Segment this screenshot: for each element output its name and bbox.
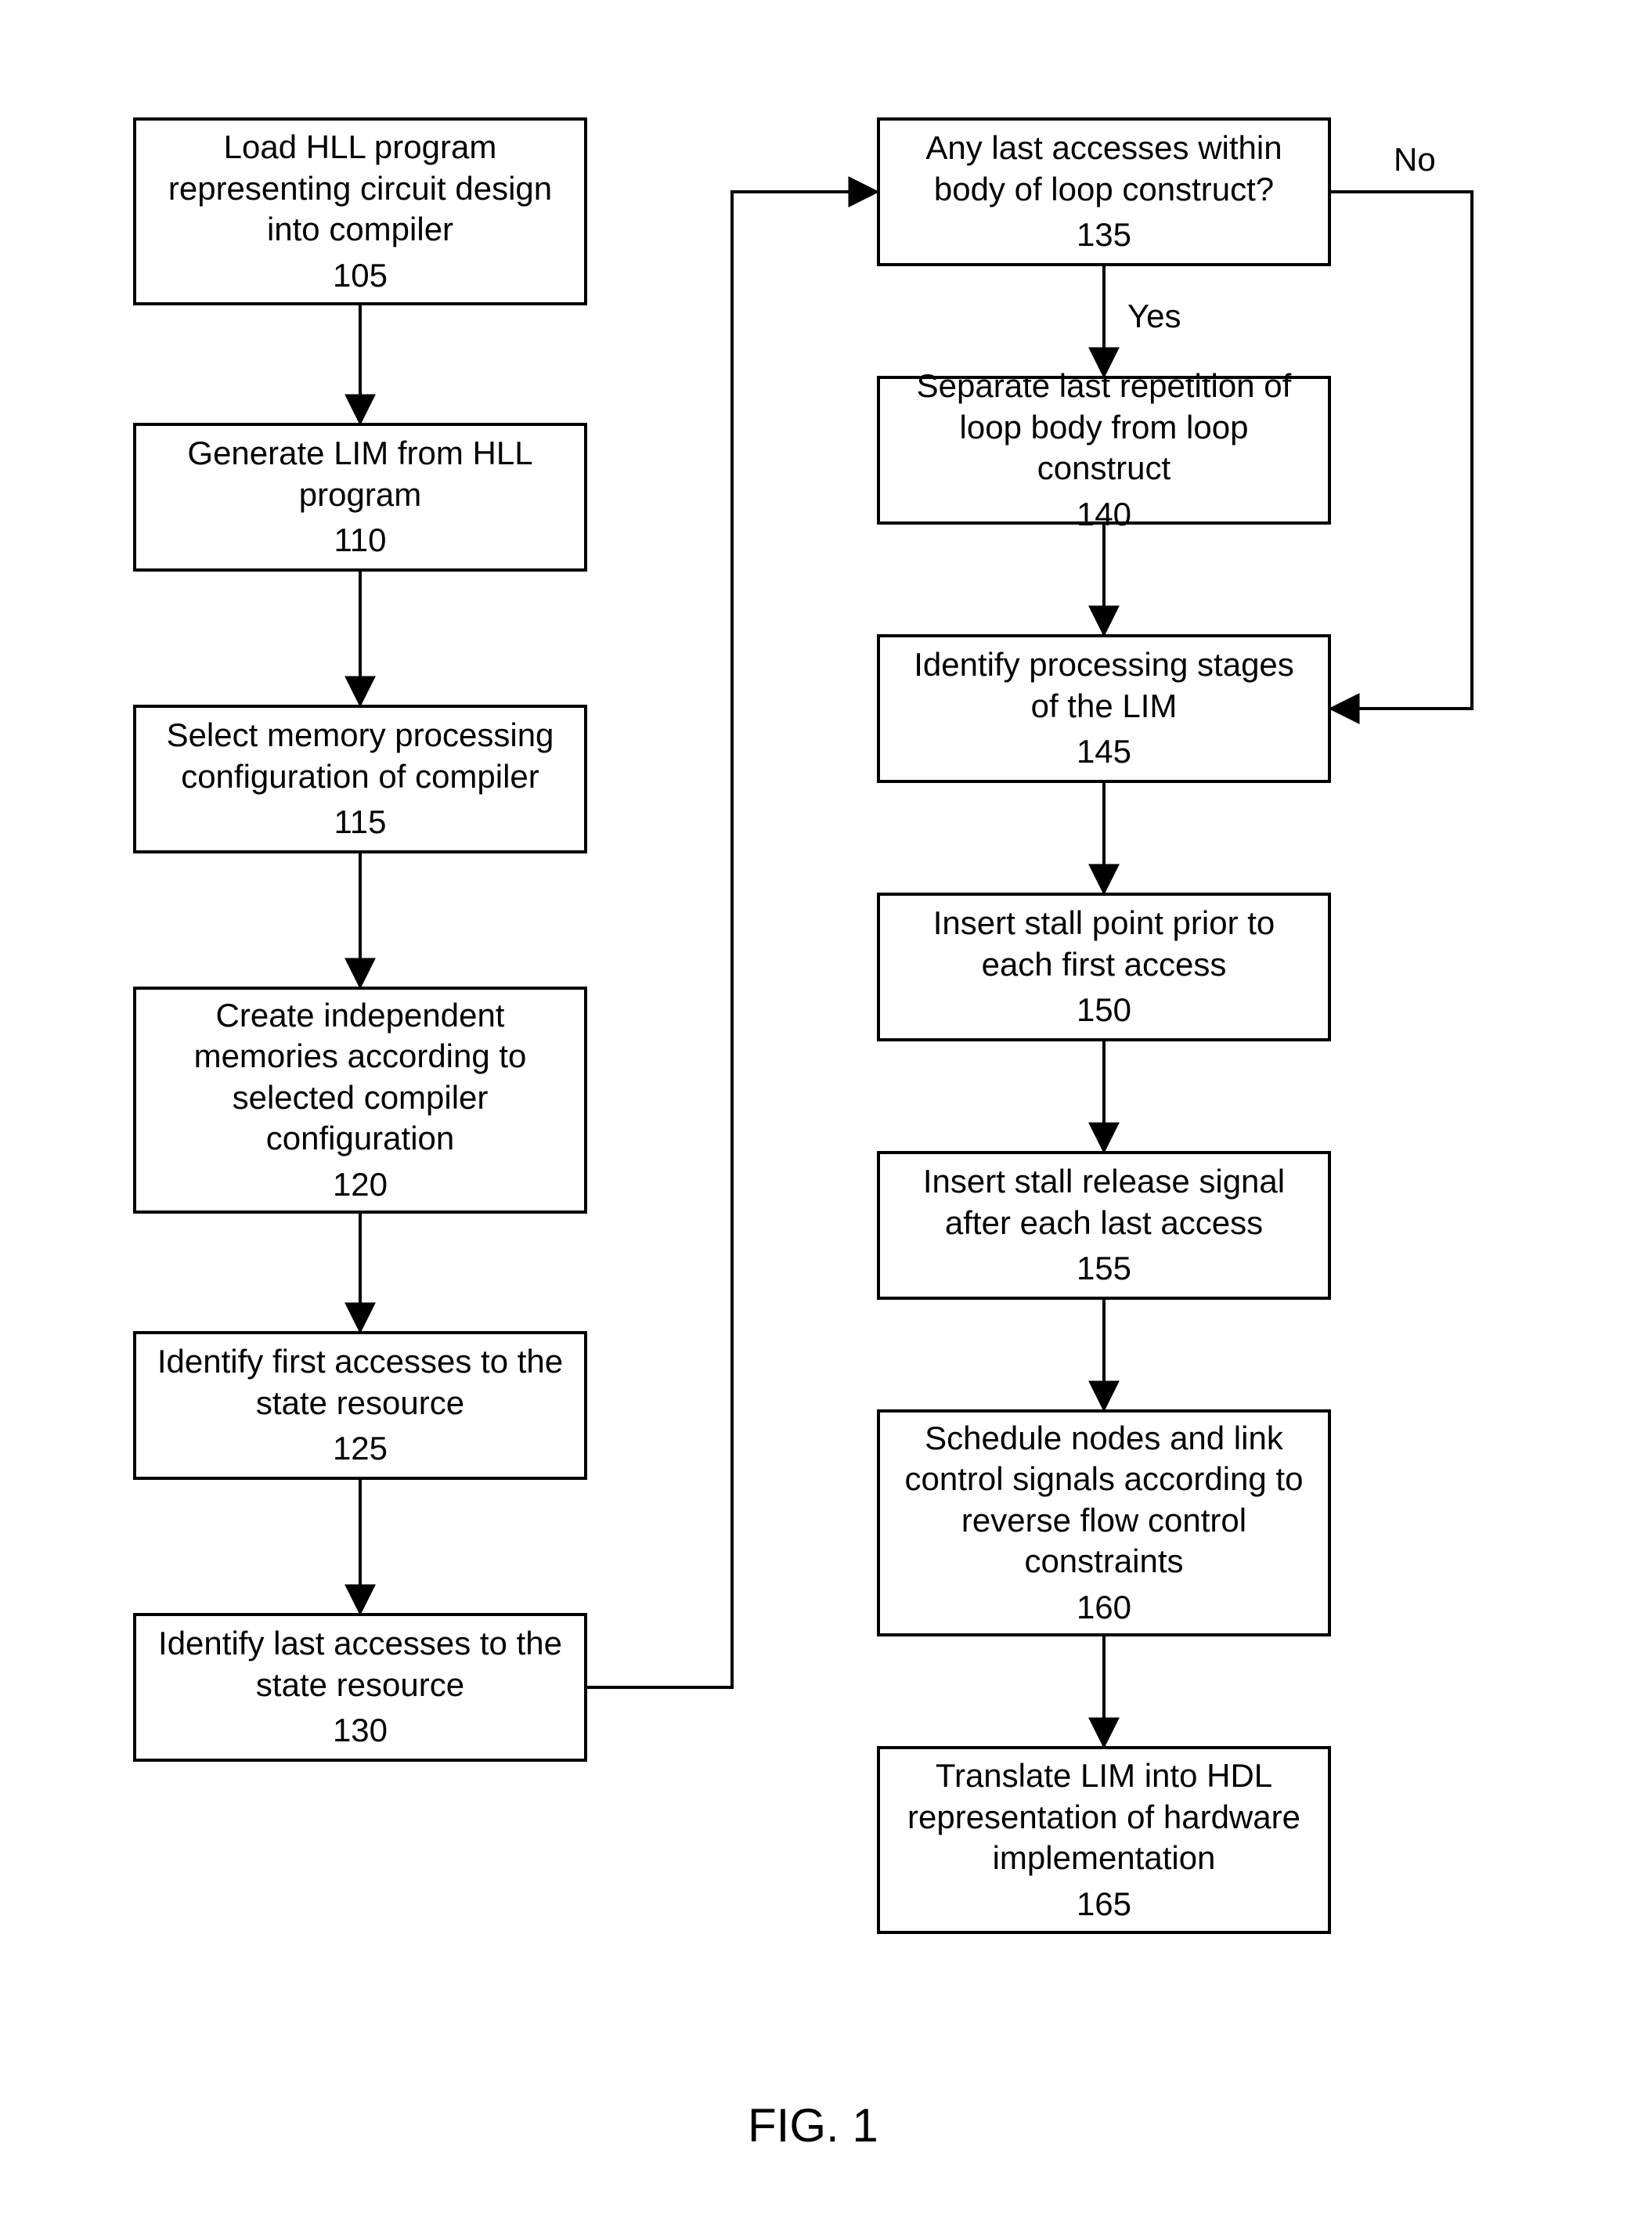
node-155: Insert stall release signal after each l…	[877, 1151, 1331, 1300]
node-number: 125	[333, 1428, 388, 1470]
node-number: 160	[1077, 1587, 1131, 1629]
node-text: Insert stall point prior to each first a…	[896, 903, 1312, 985]
node-text: Load HLL program representing circuit de…	[152, 127, 568, 251]
node-160: Schedule nodes and link control signals …	[877, 1409, 1331, 1636]
node-105: Load HLL program representing circuit de…	[133, 117, 587, 305]
node-text: Schedule nodes and link control signals …	[896, 1418, 1312, 1582]
node-number: 120	[333, 1164, 388, 1206]
node-number: 165	[1077, 1884, 1131, 1925]
node-text: Select memory processing configuration o…	[152, 715, 568, 797]
node-text: Any last accesses within body of loop co…	[896, 128, 1312, 210]
node-text: Translate LIM into HDL representation of…	[896, 1755, 1312, 1879]
node-text: Generate LIM from HLL program	[152, 433, 568, 515]
figure-label: FIG. 1	[748, 2098, 878, 2152]
node-number: 135	[1077, 215, 1131, 256]
node-number: 140	[1077, 494, 1131, 536]
node-number: 105	[333, 255, 388, 297]
node-165: Translate LIM into HDL representation of…	[877, 1746, 1331, 1934]
node-number: 145	[1077, 731, 1131, 773]
node-115: Select memory processing configuration o…	[133, 705, 587, 853]
node-135: Any last accesses within body of loop co…	[877, 117, 1331, 266]
node-140: Separate last repetition of loop body fr…	[877, 376, 1331, 525]
edge-label-yes: Yes	[1127, 298, 1181, 335]
node-110: Generate LIM from HLL program 110	[133, 423, 587, 572]
edge-label-no: No	[1394, 141, 1436, 179]
node-text: Separate last repetition of loop body fr…	[896, 366, 1312, 489]
node-125: Identify first accesses to the state res…	[133, 1331, 587, 1480]
node-text: Insert stall release signal after each l…	[896, 1161, 1312, 1243]
node-number: 115	[334, 802, 387, 843]
node-number: 155	[1077, 1248, 1131, 1290]
node-text: Identify first accesses to the state res…	[152, 1341, 568, 1423]
node-130: Identify last accesses to the state reso…	[133, 1613, 587, 1762]
node-number: 130	[333, 1710, 388, 1752]
node-text: Create independent memories according to…	[152, 995, 568, 1160]
node-120: Create independent memories according to…	[133, 987, 587, 1214]
node-150: Insert stall point prior to each first a…	[877, 893, 1331, 1041]
node-number: 150	[1077, 990, 1131, 1031]
node-text: Identify processing stages of the LIM	[896, 644, 1312, 727]
node-text: Identify last accesses to the state reso…	[152, 1623, 568, 1705]
node-145: Identify processing stages of the LIM 14…	[877, 634, 1331, 783]
node-number: 110	[334, 520, 387, 561]
flowchart-canvas: Load HLL program representing circuit de…	[0, 0, 1652, 2219]
